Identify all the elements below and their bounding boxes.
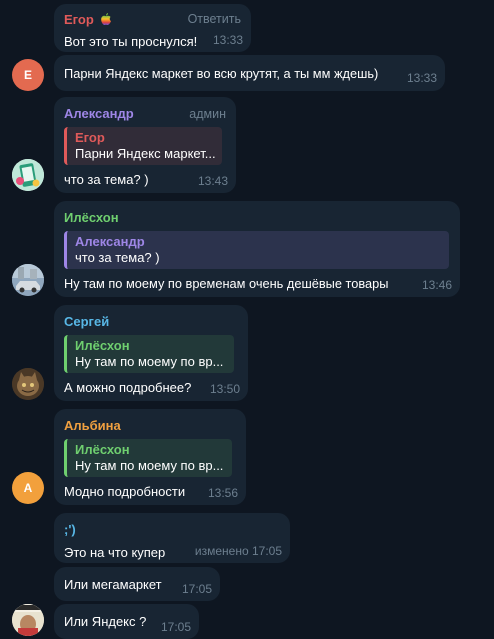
avatar-letter: А bbox=[23, 481, 33, 495]
reply-text: что за тема? ) bbox=[75, 250, 160, 265]
avatar[interactable]: А bbox=[12, 472, 44, 504]
message-bubble[interactable]: Альбина Илёсхон Ну там по моему по вр...… bbox=[54, 409, 246, 505]
reply-quote[interactable]: Илёсхон Ну там по моему по вр... bbox=[64, 335, 234, 373]
reply-quote[interactable]: Александр что за тема? ) bbox=[64, 231, 449, 269]
message-bubble[interactable]: ;') Это на что купер изменено 17:05 bbox=[54, 513, 290, 563]
message-time: 17:05 bbox=[181, 582, 212, 596]
sender-name-text: Егор bbox=[64, 12, 94, 27]
reply-sender: Илёсхон bbox=[75, 442, 130, 457]
sender-name[interactable]: ;') bbox=[64, 522, 280, 538]
sender-name[interactable]: Альбина bbox=[64, 418, 236, 434]
reply-sender: Илёсхон bbox=[75, 338, 130, 353]
message-bubble[interactable]: Или Яндекс ? 17:05 bbox=[54, 604, 199, 639]
message-time: 13:46 bbox=[421, 278, 452, 292]
avatar[interactable] bbox=[12, 159, 44, 191]
message-bubble[interactable]: Егор Ответить Вот это ты проснулся! 13:3… bbox=[54, 4, 251, 52]
avatar-image bbox=[12, 159, 44, 191]
avatar[interactable] bbox=[12, 368, 44, 400]
admin-badge: админ bbox=[189, 107, 226, 121]
avatar-image bbox=[12, 604, 44, 636]
message-time: 13:56 bbox=[207, 486, 238, 500]
reply-text: Ну там по моему по вр... bbox=[75, 458, 224, 473]
reply-text: Ну там по моему по вр... bbox=[75, 354, 224, 369]
avatar-image bbox=[12, 264, 44, 296]
message-text: Парни Яндекс маркет во всю крутят, а ты … bbox=[64, 66, 379, 81]
message-bubble[interactable]: Илёсхон Александр что за тема? ) Ну там … bbox=[54, 201, 460, 297]
avatar[interactable]: Е bbox=[12, 59, 44, 91]
sender-name[interactable]: Илёсхон bbox=[64, 210, 450, 226]
message-time: 13:33 bbox=[212, 33, 243, 47]
message-time: 13:43 bbox=[197, 174, 228, 188]
message-bubble[interactable]: Парни Яндекс маркет во всю крутят, а ты … bbox=[54, 55, 445, 91]
avatar[interactable] bbox=[12, 264, 44, 296]
apple-icon bbox=[100, 12, 112, 30]
reply-sender: Александр bbox=[75, 234, 145, 249]
message-bubble[interactable]: Александр админ Егор Парни Яндекс маркет… bbox=[54, 97, 236, 193]
reply-text: Парни Яндекс маркет... bbox=[75, 146, 216, 161]
avatar[interactable] bbox=[12, 604, 44, 636]
message-bubble[interactable]: Сергей Илёсхон Ну там по моему по вр... … bbox=[54, 305, 248, 401]
message-text: Ну там по моему по временам очень дешёвы… bbox=[64, 276, 389, 291]
reply-sender: Егор bbox=[75, 130, 105, 145]
message-time: 13:50 bbox=[209, 382, 240, 396]
reply-quote[interactable]: Илёсхон Ну там по моему по вр... bbox=[64, 439, 232, 477]
reply-action[interactable]: Ответить bbox=[188, 12, 241, 26]
message-time: изменено 17:05 bbox=[194, 544, 282, 558]
reply-quote[interactable]: Егор Парни Яндекс маркет... bbox=[64, 127, 222, 165]
avatar-image bbox=[12, 368, 44, 400]
sender-name[interactable]: Сергей bbox=[64, 314, 238, 330]
message-time: 13:33 bbox=[406, 71, 437, 85]
avatar-letter: Е bbox=[23, 68, 32, 82]
message-time: 17:05 bbox=[160, 620, 191, 634]
message-bubble[interactable]: Или мегамаркет 17:05 bbox=[54, 567, 220, 601]
